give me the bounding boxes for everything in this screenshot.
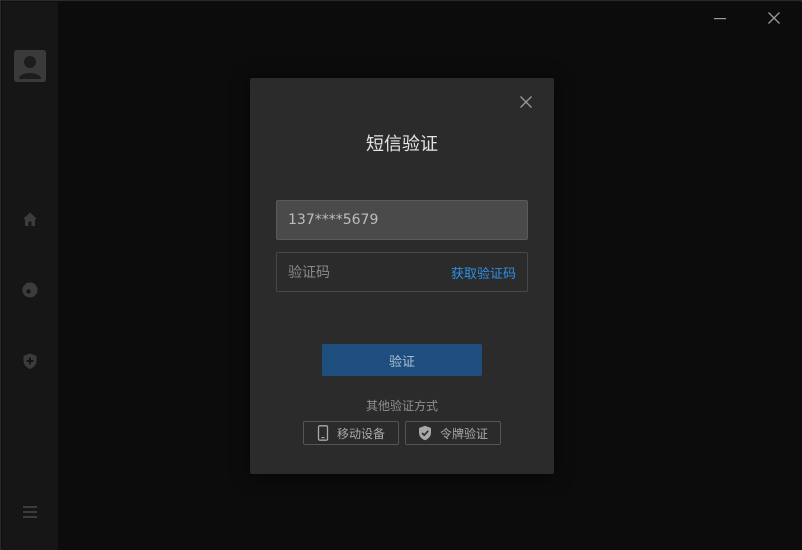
verification-code-input[interactable]: 验证码 获取验证码 [276,252,528,292]
token-verify-label: 令牌验证 [439,426,488,441]
minimize-icon [714,18,726,20]
avatar[interactable] [14,50,46,82]
verify-button[interactable]: 验证 [322,344,482,376]
token-verify-button[interactable]: 令牌验证 [405,421,501,445]
sms-verification-dialog: 短信验证 137****5679 验证码 获取验证码 验证 其他验证方式 移动设… [250,78,554,474]
user-avatar-icon [14,50,46,82]
other-methods-label: 其他验证方式 [365,399,438,413]
hamburger-menu-icon [23,506,37,518]
close-icon [520,96,532,108]
shield-check-icon [418,425,431,441]
phone-number-value: 137****5679 [288,212,379,228]
disc-icon [22,282,38,298]
get-code-link[interactable]: 获取验证码 [451,263,516,282]
home-icon [23,212,37,226]
sidebar [2,2,58,550]
code-placeholder: 验证码 [288,265,330,281]
app-window: 短信验证 137****5679 验证码 获取验证码 验证 其他验证方式 移动设… [0,0,802,550]
shield-plus-icon [23,353,37,369]
phone-number-field: 137****5679 [276,200,528,240]
window-close-button[interactable] [763,7,785,29]
sidebar-item-security[interactable] [20,351,40,371]
mobile-device-label: 移动设备 [336,426,385,441]
minimize-button[interactable] [709,7,731,29]
sidebar-menu-button[interactable] [20,502,40,522]
mobile-phone-icon [317,425,329,441]
dialog-close-button[interactable] [516,92,536,112]
sidebar-item-home[interactable] [20,209,40,229]
close-icon [768,12,780,24]
mobile-device-button[interactable]: 移动设备 [303,421,399,445]
dialog-title: 短信验证 [366,134,438,155]
sidebar-item-discover[interactable] [20,280,40,300]
